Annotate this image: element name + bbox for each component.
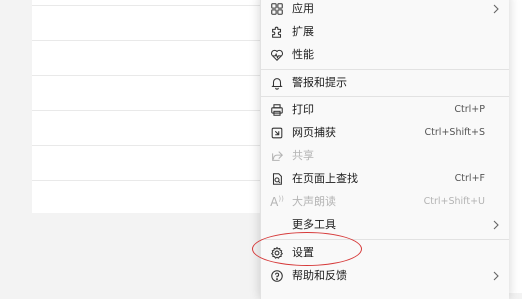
menu-item-label: 帮助和反馈 — [292, 269, 347, 282]
read-aloud-icon: A)) — [270, 195, 284, 209]
menu-item-web-capture[interactable]: 网页捕获 Ctrl+Shift+S — [261, 122, 509, 144]
menu-item-more-tools[interactable]: 更多工具 — [261, 214, 509, 236]
page-row-divider — [32, 5, 262, 6]
keyboard-shortcut: Ctrl+P — [454, 104, 485, 115]
gear-icon — [269, 245, 285, 261]
menu-item-help-feedback[interactable]: 帮助和反馈 — [261, 265, 509, 287]
menu-item-alerts[interactable]: 警报和提示 — [261, 72, 509, 94]
menu-separator — [261, 69, 509, 70]
menu-item-label: 大声朗读 — [292, 195, 336, 208]
keyboard-shortcut: Ctrl+Shift+S — [424, 127, 485, 138]
menu-item-label: 更多工具 — [292, 218, 336, 231]
menu-item-label: 在页面上查找 — [292, 172, 358, 185]
read-aloud-glyph: A — [270, 195, 279, 209]
background-page — [32, 0, 262, 213]
keyboard-shortcut: Ctrl+Shift+U — [423, 196, 485, 207]
page-row-divider — [32, 145, 262, 146]
heart-pulse-icon — [269, 47, 285, 63]
menu-item-print[interactable]: 打印 Ctrl+P — [261, 99, 509, 121]
menu-separator — [261, 96, 509, 97]
chevron-right-icon — [491, 3, 501, 15]
menu-item-find-on-page[interactable]: 在页面上查找 Ctrl+F — [261, 168, 509, 190]
bell-icon — [269, 75, 285, 91]
page-row-divider — [32, 180, 262, 181]
printer-icon — [269, 102, 285, 118]
menu-item-label: 扩展 — [292, 25, 314, 38]
menu-separator — [261, 239, 509, 240]
page-row-divider — [32, 40, 262, 41]
chevron-right-icon — [491, 219, 501, 231]
find-icon — [269, 171, 285, 187]
share-icon — [269, 148, 285, 164]
web-capture-icon — [269, 125, 285, 141]
puzzle-icon — [269, 24, 285, 40]
menu-item-label: 共享 — [292, 149, 314, 162]
menu-item-settings[interactable]: 设置 — [261, 242, 509, 264]
keyboard-shortcut: Ctrl+F — [454, 173, 485, 184]
menu-item-label: 网页捕获 — [292, 126, 336, 139]
menu-item-performance[interactable]: 性能 — [261, 44, 509, 66]
menu-item-label: 应用 — [292, 2, 314, 15]
menu-item-label: 性能 — [292, 48, 314, 61]
menu-item-label: 打印 — [292, 103, 314, 116]
settings-and-more-menu: 应用 扩展 性能 警报和提示 打印 Ctrl+P 网页捕获 Ctrl+Shift… — [260, 0, 509, 299]
menu-item-read-aloud: A)) 大声朗读 Ctrl+Shift+U — [261, 191, 509, 213]
menu-item-extensions[interactable]: 扩展 — [261, 21, 509, 43]
page-row-divider — [32, 110, 262, 111]
help-icon — [269, 268, 285, 284]
menu-item-label: 警报和提示 — [292, 76, 347, 89]
page-row-divider — [32, 75, 262, 76]
menu-item-label: 设置 — [292, 246, 314, 259]
chevron-right-icon — [491, 270, 501, 282]
apps-grid-icon — [269, 1, 285, 17]
browser-window-edge — [508, 0, 522, 293]
menu-item-apps[interactable]: 应用 — [261, 0, 509, 20]
menu-item-share: 共享 — [261, 145, 509, 167]
